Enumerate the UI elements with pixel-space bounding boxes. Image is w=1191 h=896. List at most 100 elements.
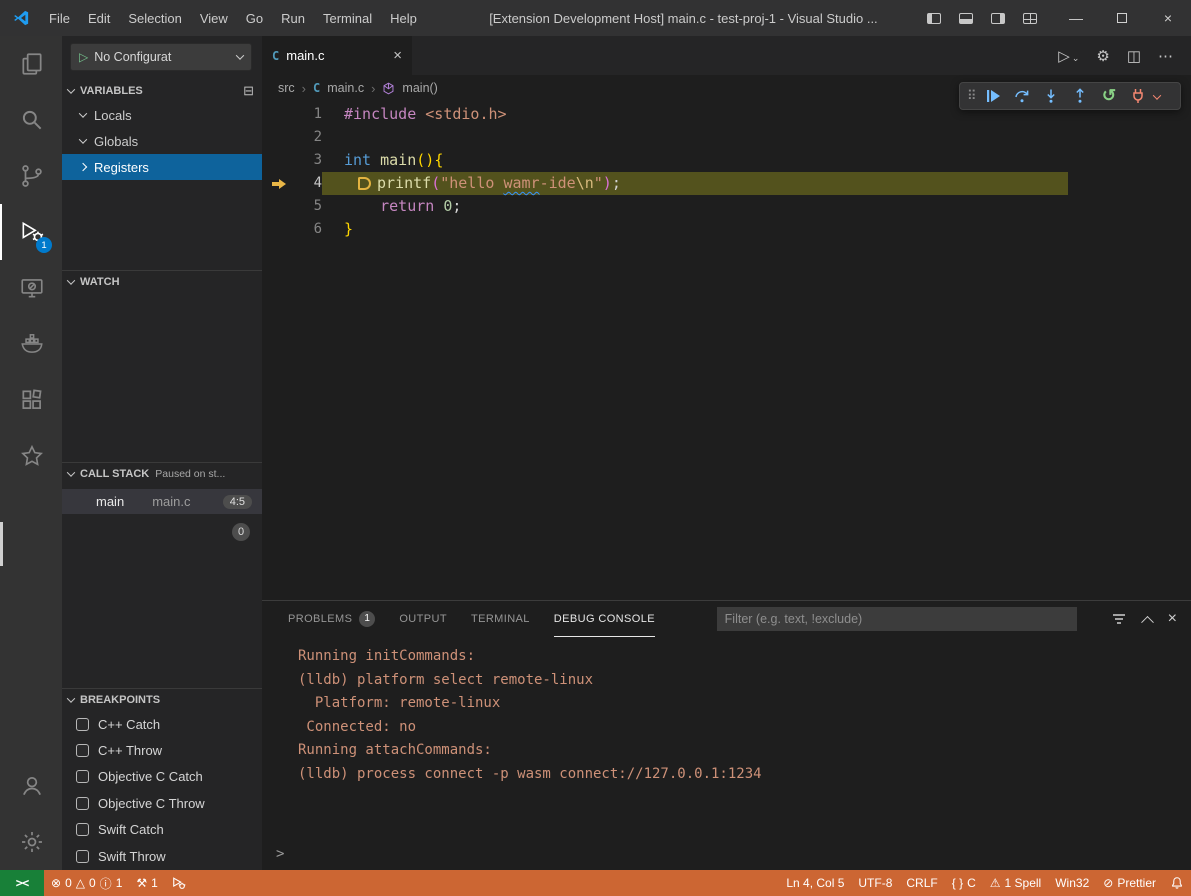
debug-status-icon[interactable]: [165, 870, 193, 896]
tools-status[interactable]: ⚒1: [129, 870, 164, 896]
panel-tab-debug-console[interactable]: DEBUG CONSOLE: [554, 601, 655, 637]
run-and-debug-icon[interactable]: 1: [0, 204, 62, 260]
step-into-button[interactable]: [1038, 84, 1065, 108]
menu-file[interactable]: File: [40, 0, 79, 36]
spell-checker-status[interactable]: ⚠ 1 Spell: [983, 870, 1048, 896]
remote-explorer-icon[interactable]: [0, 260, 62, 316]
docker-icon[interactable]: [0, 316, 62, 372]
panel-tab-terminal[interactable]: TERMINAL: [471, 601, 530, 637]
explorer-icon[interactable]: [0, 36, 62, 92]
breakpoints-header[interactable]: BREAKPOINTS: [62, 689, 262, 711]
step-out-button[interactable]: [1067, 84, 1094, 108]
close-button[interactable]: ×: [1145, 0, 1191, 36]
code-line-content[interactable]: [322, 126, 344, 149]
restart-button[interactable]: ↺: [1096, 84, 1123, 108]
breakpoint-checkbox[interactable]: [76, 770, 89, 783]
platform-status[interactable]: Win32: [1048, 870, 1096, 896]
breakpoint-item[interactable]: C++ Catch: [62, 711, 262, 737]
menu-help[interactable]: Help: [381, 0, 426, 36]
tab-main-c[interactable]: C main.c ×: [262, 36, 412, 75]
gear-icon[interactable]: ⚙: [1096, 47, 1109, 65]
code-editor[interactable]: 1#include <stdio.h>23int main(){4printf(…: [262, 101, 1191, 600]
step-over-button[interactable]: [1009, 84, 1036, 108]
toggle-sidebar-icon[interactable]: [927, 13, 941, 24]
breakpoint-item[interactable]: C++ Throw: [62, 737, 262, 763]
star-extension-icon[interactable]: [0, 428, 62, 484]
variables-item-globals[interactable]: Globals: [62, 128, 262, 154]
split-editor-icon[interactable]: ◫: [1127, 47, 1141, 65]
variables-item-locals[interactable]: Locals: [62, 102, 262, 128]
breakpoint-item[interactable]: Objective C Catch: [62, 764, 262, 790]
call-stack-header[interactable]: CALL STACK Paused on st...: [62, 463, 262, 485]
menu-selection[interactable]: Selection: [119, 0, 190, 36]
minimize-button[interactable]: —: [1053, 0, 1099, 36]
variables-header[interactable]: VARIABLES ⊟: [62, 80, 262, 102]
accounts-icon[interactable]: [0, 758, 62, 814]
menu-go[interactable]: Go: [237, 0, 272, 36]
debug-config-dropdown[interactable]: ▷ No Configurat: [70, 43, 252, 71]
eol-sequence[interactable]: CRLF: [899, 870, 944, 896]
breakpoint-checkbox[interactable]: [76, 823, 89, 836]
more-actions-icon[interactable]: ⋯: [1158, 47, 1173, 65]
source-control-icon[interactable]: [0, 148, 62, 204]
breakpoint-item[interactable]: Objective C Throw: [62, 790, 262, 816]
formatter-status[interactable]: ⊘ Prettier: [1096, 870, 1163, 896]
menu-run[interactable]: Run: [272, 0, 314, 36]
code-line-content[interactable]: #include <stdio.h>: [322, 103, 507, 126]
tab-close-icon[interactable]: ×: [393, 47, 402, 64]
breakpoint-checkbox[interactable]: [76, 850, 89, 863]
watch-header[interactable]: WATCH: [62, 271, 262, 293]
breadcrumb-file[interactable]: main.c: [327, 81, 364, 95]
collapse-all-icon[interactable]: ⊟: [243, 83, 254, 99]
disconnect-button[interactable]: [1125, 84, 1152, 108]
code-line-content[interactable]: int main(){: [322, 149, 443, 172]
chevron-down-icon[interactable]: [1154, 87, 1166, 105]
code-line-content[interactable]: return 0;: [322, 195, 461, 218]
remote-indicator[interactable]: ><: [0, 870, 44, 896]
breakpoint-checkbox[interactable]: [76, 718, 89, 731]
code-line-content[interactable]: printf("hello wamr-ide\n");: [322, 172, 1068, 195]
breakpoint-checkbox[interactable]: [76, 797, 89, 810]
breadcrumb-symbol[interactable]: main(): [402, 81, 437, 95]
panel-tab-output[interactable]: OUTPUT: [399, 601, 447, 637]
run-file-button[interactable]: ▷⌄: [1058, 47, 1079, 65]
line-number[interactable]: 3: [296, 149, 322, 172]
notifications-bell-icon[interactable]: [1163, 870, 1191, 896]
debug-current-line-arrow-icon[interactable]: [262, 178, 296, 190]
language-mode[interactable]: { } C: [945, 870, 983, 896]
output-filter-icon[interactable]: [1111, 611, 1127, 627]
line-number[interactable]: 4: [296, 172, 322, 195]
inline-breakpoint-icon[interactable]: [358, 177, 371, 190]
console-filter-input[interactable]: [717, 607, 1077, 631]
variables-item-registers[interactable]: Registers: [62, 154, 262, 180]
maximize-panel-icon[interactable]: [1141, 615, 1154, 628]
panel-tab-problems[interactable]: PROBLEMS1: [288, 601, 375, 637]
problems-status[interactable]: ⊗0 △0 ⓘ1: [44, 870, 129, 896]
drag-grip-icon[interactable]: ⠿: [964, 88, 978, 104]
maximize-button[interactable]: [1099, 0, 1145, 36]
toggle-panel-icon[interactable]: [959, 13, 973, 24]
start-debug-icon[interactable]: ▷: [79, 50, 88, 64]
close-panel-icon[interactable]: ×: [1168, 610, 1177, 628]
settings-gear-icon[interactable]: [0, 814, 62, 870]
debug-console-input[interactable]: >: [262, 842, 1191, 866]
customize-layout-icon[interactable]: [1023, 13, 1037, 24]
code-line-content[interactable]: }: [322, 218, 353, 241]
menu-view[interactable]: View: [191, 0, 237, 36]
menu-edit[interactable]: Edit: [79, 0, 119, 36]
cursor-position[interactable]: Ln 4, Col 5: [779, 870, 851, 896]
search-icon[interactable]: [0, 92, 62, 148]
encoding[interactable]: UTF-8: [851, 870, 899, 896]
menu-terminal[interactable]: Terminal: [314, 0, 381, 36]
breakpoint-item[interactable]: Swift Throw: [62, 843, 262, 869]
stack-frame-row[interactable]: main main.c 4:5: [62, 489, 262, 514]
toggle-secondary-sidebar-icon[interactable]: [991, 13, 1005, 24]
breakpoint-item[interactable]: Swift Catch: [62, 817, 262, 843]
line-number[interactable]: 1: [296, 103, 322, 126]
line-number[interactable]: 6: [296, 218, 322, 241]
line-number[interactable]: 2: [296, 126, 322, 149]
extensions-icon[interactable]: [0, 372, 62, 428]
continue-button[interactable]: [980, 84, 1007, 108]
breakpoint-checkbox[interactable]: [76, 744, 89, 757]
breadcrumb-folder[interactable]: src: [278, 81, 295, 95]
